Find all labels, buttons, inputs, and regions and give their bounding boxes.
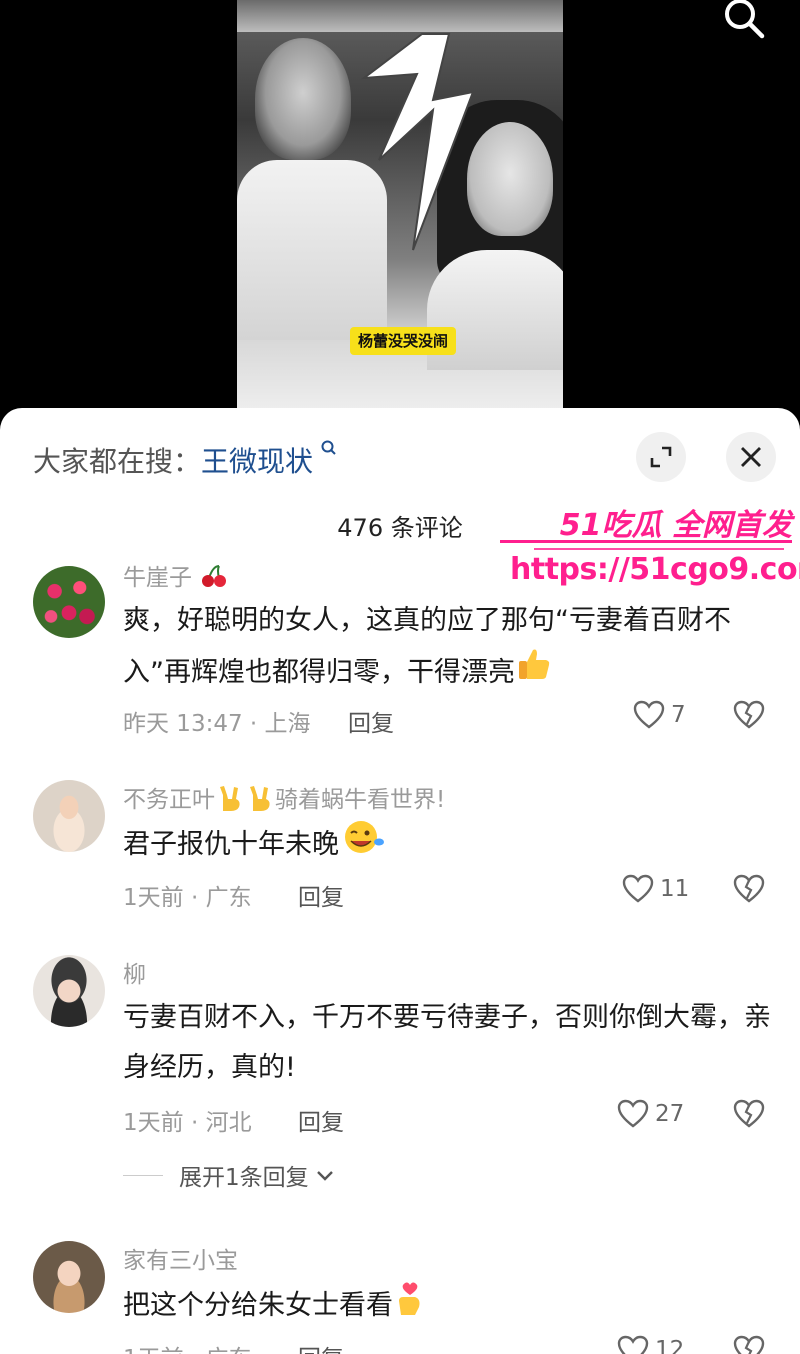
username[interactable]: 不务正叶 骑着蜗牛看世界! [123,780,445,819]
heart-icon [617,1099,649,1128]
expand-icon [650,446,672,468]
comment-text: 亏妻百财不入，千万不要亏待妻子，否则你倒大霉，亲身经历，真的! [123,1002,771,1083]
dislike-button[interactable] [733,1099,765,1133]
like-count: 27 [655,1101,685,1127]
watermark-line [534,548,784,550]
avatar[interactable] [33,780,105,852]
expand-replies-button[interactable]: 展开1条回复 [123,1158,335,1192]
watermark-url: https://51cgo9.com [510,552,800,587]
like-count: 7 [671,702,686,728]
like-button[interactable]: 12 [617,1335,684,1354]
broken-heart-icon [733,1335,765,1354]
suggestion-prefix: 大家都在搜： [33,445,202,478]
comment-text-content: 把这个分给朱女士看看 [123,1290,393,1321]
reply-button[interactable]: 回复 [348,704,394,738]
like-count: 11 [660,876,690,902]
broken-heart-icon [733,1099,765,1128]
suggestion-keyword[interactable]: 王微现状 [201,445,313,478]
like-count: 12 [655,1337,685,1354]
username-text: 牛崖子 [123,565,192,591]
comment-text-content: 爽，好聪明的女人，这真的应了那句“亏妻着百财不入”再辉煌也都得归零，干得漂亮 [123,605,731,688]
username[interactable]: 牛崖子 [123,558,229,594]
like-button[interactable]: 27 [617,1099,684,1129]
rock-hand-icon [245,783,275,819]
heart-icon [617,1335,649,1354]
reply-button[interactable]: 回复 [298,1103,344,1137]
comment-meta: 1天前 · 广东 [123,1339,252,1354]
chevron-down-icon [316,1171,333,1181]
watermark-brand: 51吃瓜 全网首发 [559,508,792,543]
avatar[interactable] [33,955,105,1027]
watermark-line [500,540,792,543]
reply-button[interactable]: 回复 [298,878,344,912]
search-suggestion[interactable]: 大家都在搜：王微现状 [33,440,337,480]
comment-meta: 1天前 · 河北 [123,1110,252,1136]
search-icon [315,440,337,463]
username-text: 骑着蜗牛看世界! [275,787,446,813]
heart-icon [633,700,665,729]
like-button[interactable]: 7 [633,700,686,730]
winking-face-icon [339,818,385,873]
expand-button[interactable] [636,432,686,482]
search-icon[interactable] [718,0,768,42]
broken-heart-icon [733,874,765,903]
comment-panel: 大家都在搜：王微现状 476 条评论 51吃瓜 全网首发 https://51c… [0,408,800,1354]
comment-meta: 昨天 13:47 · 上海 [123,711,311,737]
comment-text-content: 君子报仇十年未晚 [123,829,339,860]
close-button[interactable] [726,432,776,482]
heart-icon [622,874,654,903]
rock-hand-icon [215,783,245,819]
comment-text: 爽，好聪明的女人，这真的应了那句“亏妻着百财不入”再辉煌也都得归零，干得漂亮 [123,596,773,701]
divider [123,1174,163,1176]
dislike-button[interactable] [733,700,765,734]
username[interactable]: 柳 [123,955,146,989]
comment-text: 君子报仇十年未晚 [123,818,773,873]
finger-heart-icon [393,1279,427,1334]
comment-text: 把这个分给朱女士看看 [123,1279,773,1334]
cherry-icon [199,564,229,594]
like-button[interactable]: 11 [622,874,689,904]
video-caption: 杨蕾没哭没闹 [350,327,457,355]
avatar[interactable] [33,566,105,638]
dislike-button[interactable] [733,1335,765,1354]
avatar[interactable] [33,1241,105,1313]
thumbs-up-icon [515,646,553,701]
dislike-button[interactable] [733,874,765,908]
expand-replies-label: 展开1条回复 [179,1165,309,1191]
watermark: 51吃瓜 全网首发 https://51cgo9.com [500,500,800,595]
username-text: 不务正叶 [123,787,215,813]
username[interactable]: 家有三小宝 [123,1241,238,1275]
video-player[interactable]: 杨蕾没哭没闹 [0,0,800,420]
comment-meta: 1天前 · 广东 [123,885,252,911]
broken-heart-icon [733,700,765,729]
close-icon [741,447,761,467]
reply-button[interactable]: 回复 [298,1339,344,1354]
video-thumbnail[interactable]: 杨蕾没哭没闹 [237,0,563,410]
